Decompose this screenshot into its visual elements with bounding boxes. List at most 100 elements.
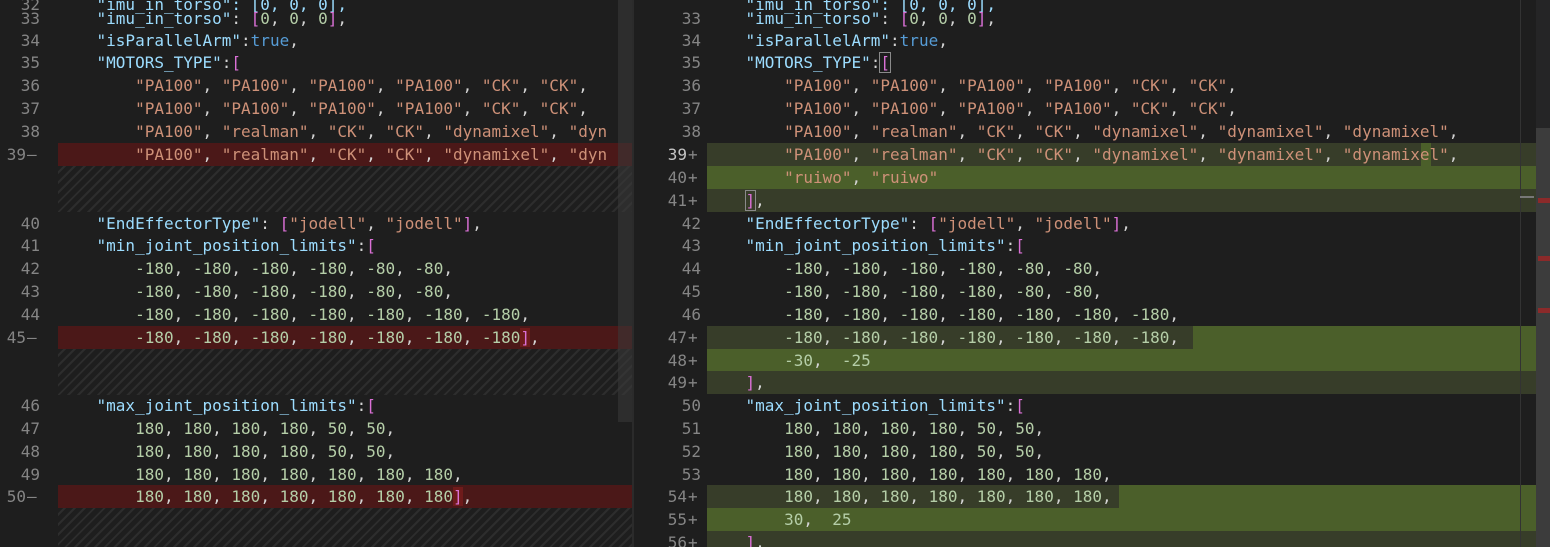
- line-number: 45—: [0, 326, 40, 349]
- line-number: 33: [681, 9, 701, 28]
- line-number: 56+: [634, 531, 701, 547]
- line-content: "MOTORS_TYPE":[: [745, 52, 892, 73]
- line-number: 37: [20, 99, 40, 118]
- inserted-line-highlight: [707, 531, 1536, 547]
- line-content: "min_joint_position_limits":[: [745, 236, 1025, 255]
- line-number: 36: [681, 76, 701, 95]
- line-content: "PA100", "PA100", "PA100", "PA100", "CK"…: [784, 99, 1237, 118]
- line-number: 47+: [634, 326, 701, 349]
- line-content: "max_joint_position_limits":[: [96, 396, 376, 415]
- line-content: ],: [744, 190, 765, 211]
- code-line: 40 "EndEffectorType": ["jodell", "jodell…: [0, 212, 634, 235]
- diff-filler-hatch: [58, 349, 634, 395]
- line-content: "isParallelArm":true,: [745, 31, 948, 50]
- removed-marker: —: [27, 487, 37, 506]
- code-line: 34 "isParallelArm":true,: [634, 29, 1550, 52]
- removed-line: 39— "PA100", "realman", "CK", "CK", "dyn…: [0, 143, 634, 166]
- line-number: 40+: [634, 166, 701, 189]
- line-content: 180, 180, 180, 180, 180, 180, 180,: [784, 487, 1112, 506]
- line-content: "PA100", "PA100", "PA100", "PA100", "CK"…: [135, 76, 588, 95]
- line-number: 41: [20, 236, 40, 255]
- code-line: 44 -180, -180, -180, -180, -80, -80,: [634, 257, 1550, 280]
- line-content: "PA100", "realman", "CK", "CK", "dynamix…: [135, 122, 608, 141]
- vertical-scrollbar[interactable]: [618, 0, 632, 422]
- removed-marker: —: [27, 328, 37, 347]
- line-number: 35: [20, 53, 40, 72]
- line-content: 180, 180, 180, 180, 50, 50,: [135, 419, 396, 438]
- line-content: -180, -180, -180, -180, -180, -180, -180…: [135, 328, 540, 347]
- removed-overview-mark: [1538, 256, 1550, 261]
- line-number: 53: [681, 465, 701, 484]
- line-content: 180, 180, 180, 180, 180, 180, 180,: [784, 465, 1112, 484]
- modified-editor-pane[interactable]: "imu_in_torso": [0, 0, 0], 33 "imu_in_to…: [634, 0, 1550, 547]
- line-content: -180, -180, -180, -180, -80, -80,: [135, 282, 453, 301]
- code-line: 42 -180, -180, -180, -180, -80, -80,: [0, 257, 634, 280]
- line-content: "min_joint_position_limits":[: [96, 236, 376, 255]
- line-number: 37: [681, 99, 701, 118]
- line-content: "isParallelArm":true,: [96, 31, 299, 50]
- line-number: 34: [681, 31, 701, 50]
- line-content: ],: [745, 533, 765, 547]
- line-content: -180, -180, -180, -180, -80, -80,: [784, 259, 1102, 278]
- line-content: 180, 180, 180, 180, 180, 180, 180],: [135, 487, 473, 506]
- line-content: "PA100", "realman", "CK", "CK", "dynamix…: [784, 145, 1459, 164]
- line-content: "PA100", "PA100", "PA100", "PA100", "CK"…: [135, 99, 588, 118]
- line-number: 48+: [634, 349, 701, 372]
- code-line: 35 "MOTORS_TYPE":[: [634, 51, 1550, 74]
- scrollbar-thumb[interactable]: [1536, 128, 1550, 547]
- code-line: 36 "PA100", "PA100", "PA100", "PA100", "…: [0, 74, 634, 97]
- code-line: 45 -180, -180, -180, -180, -80, -80,: [634, 280, 1550, 303]
- line-content: -180, -180, -180, -180, -180, -180, -180…: [784, 305, 1180, 324]
- line-content: -180, -180, -180, -180, -180, -180, -180…: [135, 305, 531, 324]
- code-line: 44 -180, -180, -180, -180, -180, -180, -…: [0, 303, 634, 326]
- line-content: -180, -180, -180, -180, -180, -180, -180…: [784, 328, 1180, 347]
- line-number: 44: [681, 259, 701, 278]
- line-number: 46: [20, 396, 40, 415]
- inserted-marker: +: [688, 328, 698, 347]
- line-number: 34: [20, 31, 40, 50]
- inserted-marker: +: [688, 510, 698, 529]
- line-number: 38: [681, 122, 701, 141]
- line-content: 180, 180, 180, 180, 50, 50,: [784, 419, 1045, 438]
- inserted-marker: +: [688, 145, 698, 164]
- line-number: 49: [20, 465, 40, 484]
- removed-line: 50— 180, 180, 180, 180, 180, 180, 180],: [0, 485, 634, 508]
- line-content: "PA100", "PA100", "PA100", "PA100", "CK"…: [784, 76, 1237, 95]
- line-number: 36: [20, 76, 40, 95]
- line-content: ],: [745, 373, 765, 392]
- line-number: 39+: [634, 143, 701, 166]
- inserted-line: 40+ "ruiwo", "ruiwo": [634, 166, 1550, 189]
- line-number: 55+: [634, 508, 701, 531]
- inserted-marker: +: [688, 487, 698, 506]
- line-number: 43: [681, 236, 701, 255]
- inserted-line-highlight: [707, 189, 1536, 212]
- line-number: 40: [20, 214, 40, 233]
- line-content: -180, -180, -180, -180, -80, -80,: [784, 282, 1102, 301]
- line-number: 42: [20, 259, 40, 278]
- inserted-line: 48+ -30, -25: [634, 349, 1550, 372]
- inserted-line: 55+ 30, 25: [634, 508, 1550, 531]
- line-number: 50: [681, 396, 701, 415]
- line-number: 52: [681, 442, 701, 461]
- inserted-line-highlight: [707, 371, 1536, 394]
- original-editor-pane[interactable]: 32 "imu_in_torso": [0, 0, 0], 33 "imu_in…: [0, 0, 634, 547]
- line-number: 46: [681, 305, 701, 324]
- code-line: 46 -180, -180, -180, -180, -180, -180, -…: [634, 303, 1550, 326]
- line-number: 39—: [0, 143, 40, 166]
- line-content: "PA100", "realman", "CK", "CK", "dynamix…: [135, 145, 608, 164]
- overview-cursor-mark: [1520, 196, 1534, 198]
- line-number: 33: [20, 9, 40, 28]
- code-line: 52 180, 180, 180, 180, 50, 50,: [634, 440, 1550, 463]
- line-content: "EndEffectorType": ["jodell", "jodell"],: [745, 214, 1131, 233]
- inserted-line: 49+ ],: [634, 371, 1550, 394]
- line-content: "PA100", "realman", "CK", "CK", "dynamix…: [784, 122, 1459, 141]
- line-number: 49+: [634, 371, 701, 394]
- inserted-marker: +: [688, 373, 698, 392]
- code-line: 38 "PA100", "realman", "CK", "CK", "dyna…: [0, 120, 634, 143]
- inserted-line: 56+ ],: [634, 531, 1550, 547]
- vertical-scrollbar[interactable]: [1536, 0, 1550, 547]
- line-content: "max_joint_position_limits":[: [745, 396, 1025, 415]
- line-number: 35: [681, 53, 701, 72]
- code-line: 43 -180, -180, -180, -180, -80, -80,: [0, 280, 634, 303]
- overview-ruler-divider: [1520, 0, 1521, 547]
